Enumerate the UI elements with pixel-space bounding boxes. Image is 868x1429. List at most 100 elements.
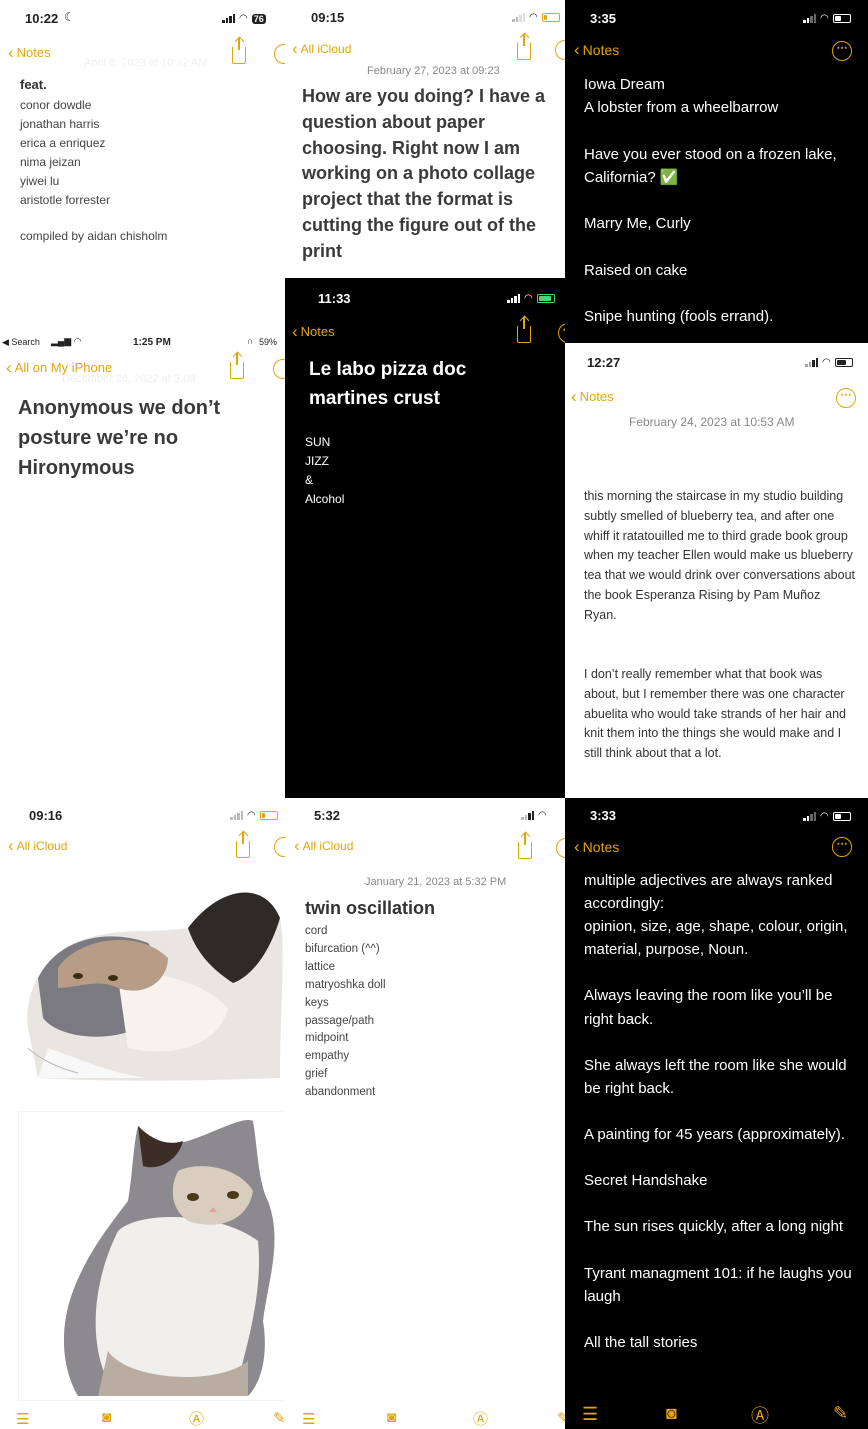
chevron-left-icon: ‹ (574, 837, 580, 856)
chevron-left-icon: ‹ (292, 322, 298, 341)
more-icon-partial[interactable] (273, 359, 285, 379)
note-panel-twin-oscillation: 5:32 ◠ ‹ All iCloud January 21, 2023 at … (285, 798, 565, 1429)
note-date-faded: April 8, 2023 at 10:32 AM (84, 57, 208, 69)
signal-wifi-icon: ▂▄▆ ◠ (51, 336, 82, 346)
note-title: Anonymous we don’t posture we’re no Hiro… (18, 397, 221, 479)
compose-icon[interactable]: ✎ (273, 1409, 285, 1427)
headphones-icon: ∩ (247, 336, 254, 346)
status-icons: ◠ (230, 810, 278, 821)
status-time: 3:35 (590, 11, 617, 26)
note-panel-question: 09:15 ◠ ‹ All iCloud February 27, 2023 a… (285, 0, 565, 278)
pen-icon[interactable]: Ⓐ (189, 1408, 204, 1429)
signal-icon (803, 812, 816, 821)
moon-icon: ☾ (64, 10, 75, 24)
more-icon-partial[interactable] (274, 837, 285, 857)
camera-icon[interactable]: ◙ (102, 1409, 111, 1426)
note-panel-blueberry-tea: 12:27 ◠ ‹ Notes ⋯ February 24, 2023 at 1… (565, 343, 868, 798)
wifi-icon: ◠ (822, 357, 831, 368)
more-icon[interactable]: ⋯ (832, 837, 852, 857)
back-button[interactable]: ‹ Notes (574, 41, 619, 58)
note-body: multiple adjectives are always ranked ac… (584, 872, 852, 1351)
camera-icon[interactable]: ◙ (666, 1403, 677, 1424)
status-icons: ◠ 76 (222, 13, 266, 24)
camera-icon[interactable]: ◙ (387, 1409, 396, 1426)
signal-icon (521, 811, 534, 820)
status-icons: ◠ (803, 13, 851, 24)
note-panel-cats: 09:16 ◠ ‹ All iCloud ☰ ◙ Ⓐ ✎ (0, 798, 285, 1429)
wifi-icon: ◠ (247, 810, 256, 821)
back-button[interactable]: ‹ All iCloud (294, 837, 353, 854)
chevron-left-icon: ‹ (6, 358, 12, 377)
more-icon-partial[interactable] (274, 44, 285, 64)
pen-icon[interactable]: Ⓐ (751, 1402, 769, 1428)
battery-charging-icon (536, 294, 555, 303)
status-icons: ◠ (803, 811, 851, 822)
toolbar-bg (565, 1398, 868, 1429)
status-time: 3:33 (590, 808, 617, 823)
back-button[interactable]: ‹ All iCloud (8, 837, 67, 854)
note-date: January 21, 2023 at 5:32 PM (365, 876, 507, 888)
checklist-icon[interactable]: ☰ (302, 1410, 315, 1428)
back-button[interactable]: ‹ All iCloud (292, 40, 351, 57)
more-icon-partial[interactable] (556, 838, 565, 858)
chevron-left-icon: ‹ (8, 43, 14, 62)
note-footer: compiled by aidan chisholm (20, 229, 168, 243)
note-body: How are you doing? I have a question abo… (302, 86, 546, 261)
compose-icon[interactable]: ✎ (833, 1403, 848, 1424)
note-panel-feat: 10:22 ☾ ◠ 76 ‹ Notes April 8, 2023 at 10… (0, 0, 285, 335)
share-icon[interactable] (518, 833, 532, 859)
wifi-icon: ◠ (239, 13, 248, 24)
note-title: twin oscillation (305, 898, 436, 918)
note-paragraph-2: I don’t really remember what that book w… (584, 667, 846, 761)
note-panel-iowa: 3:35 ◠ ‹ Notes ⋯ Iowa Dream A lobster fr… (565, 0, 868, 343)
battery-icon (259, 811, 278, 820)
battery-icon (832, 14, 851, 23)
battery-badge: 76 (251, 13, 266, 24)
share-icon[interactable] (230, 353, 244, 379)
share-icon[interactable] (517, 317, 531, 343)
back-label: Notes (300, 324, 335, 339)
back-label: All iCloud (300, 41, 352, 56)
pen-icon[interactable]: Ⓐ (473, 1408, 488, 1429)
status-time: 09:16 (29, 808, 63, 823)
more-icon-partial[interactable] (555, 40, 565, 60)
note-lines: SUN JIZZ & Alcohol (305, 435, 345, 506)
status-time: 09:15 (311, 10, 345, 25)
wifi-icon: ◠ (529, 12, 538, 23)
signal-icon (222, 14, 235, 23)
chevron-left-icon: ‹ (8, 836, 14, 855)
note-date: February 27, 2023 at 09:23 (367, 65, 500, 77)
back-button[interactable]: ‹ Notes (571, 388, 614, 405)
back-label: Notes (16, 45, 51, 60)
note-panel-adjectives: 3:33 ◠ ‹ Notes ⋯ multiple adjectives are… (565, 798, 868, 1429)
cat-photo-sitting (63, 1120, 275, 1396)
share-icon[interactable] (236, 832, 250, 858)
more-icon[interactable]: ⋯ (832, 41, 852, 61)
back-label: Notes (582, 838, 620, 855)
back-button[interactable]: ‹ Notes (574, 838, 619, 855)
chevron-left-icon: ‹ (571, 387, 577, 406)
status-icons: ◠ (507, 293, 555, 304)
status-icons: ◠ (512, 12, 560, 23)
share-icon[interactable] (517, 34, 531, 60)
wifi-icon: ◠ (538, 810, 547, 821)
back-button[interactable]: ‹ Notes (8, 44, 51, 61)
note-credits: conor dowdle jonathan harris erica a enr… (20, 98, 111, 207)
checklist-icon[interactable]: ☰ (16, 1410, 29, 1428)
share-icon[interactable] (232, 38, 246, 64)
cat-photo-lying (27, 892, 283, 1081)
chevron-left-icon: ‹ (292, 39, 298, 58)
wifi-icon: ◠ (820, 13, 829, 24)
more-icon[interactable]: ⋯ (558, 323, 565, 343)
signal-icon (507, 294, 520, 303)
compose-icon[interactable]: ✎ (557, 1409, 565, 1427)
checklist-icon[interactable]: ☰ (582, 1404, 598, 1425)
more-icon[interactable]: ⋯ (836, 388, 856, 408)
note-date-faded: December 26, 2022 at 3:09 (62, 373, 196, 385)
status-icons: ◠ (521, 810, 547, 821)
back-button[interactable]: ‹ Notes (292, 323, 335, 340)
signal-icon (512, 13, 525, 22)
note-paragraph-1: this morning the staircase in my studio … (584, 489, 855, 622)
back-label: All iCloud (302, 838, 354, 853)
battery-percent: 59% (259, 337, 278, 347)
